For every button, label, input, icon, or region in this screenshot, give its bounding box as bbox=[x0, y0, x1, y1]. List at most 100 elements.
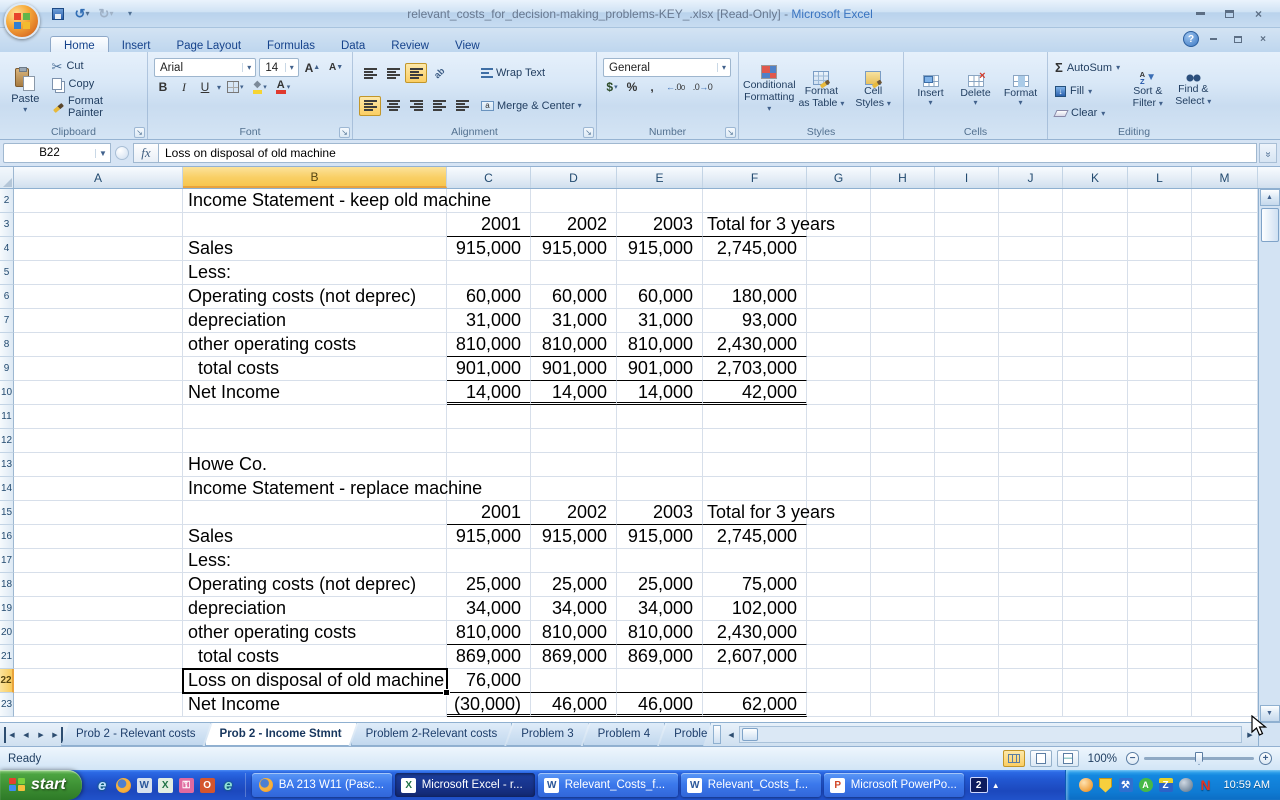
cell-E5[interactable] bbox=[617, 261, 703, 285]
cell-J15[interactable] bbox=[999, 501, 1063, 525]
cell-J5[interactable] bbox=[999, 261, 1063, 285]
cell-L9[interactable] bbox=[1128, 357, 1192, 381]
cell-M13[interactable] bbox=[1192, 453, 1258, 477]
excel-icon[interactable]: X bbox=[157, 777, 174, 794]
cell-M7[interactable] bbox=[1192, 309, 1258, 333]
row-header-7[interactable]: 7 bbox=[0, 309, 14, 333]
row-header-9[interactable]: 9 bbox=[0, 357, 14, 381]
italic-button[interactable]: I bbox=[175, 78, 193, 96]
bottom-align-button[interactable] bbox=[405, 63, 427, 83]
cell-B17[interactable]: Less: bbox=[183, 549, 447, 573]
copy-button[interactable]: Copy bbox=[49, 77, 141, 91]
help-button[interactable]: ? bbox=[1183, 31, 1199, 47]
cell-H15[interactable] bbox=[871, 501, 935, 525]
find-select-button[interactable]: Find & Select ▾ bbox=[1171, 55, 1216, 124]
column-header-H[interactable]: H bbox=[871, 167, 935, 188]
cell-D23[interactable]: 46,000 bbox=[531, 693, 617, 717]
cell-E4[interactable]: 915,000 bbox=[617, 237, 703, 261]
cell-I13[interactable] bbox=[935, 453, 999, 477]
cell-F10[interactable]: 42,000 bbox=[703, 381, 807, 405]
cell-F3[interactable]: Total for 3 years bbox=[703, 213, 807, 237]
cell-D17[interactable] bbox=[531, 549, 617, 573]
cell-K23[interactable] bbox=[1063, 693, 1128, 717]
align-center-button[interactable] bbox=[382, 96, 404, 116]
cell-L4[interactable] bbox=[1128, 237, 1192, 261]
row-header-13[interactable]: 13 bbox=[0, 453, 14, 477]
cell-E6[interactable]: 60,000 bbox=[617, 285, 703, 309]
cell-K10[interactable] bbox=[1063, 381, 1128, 405]
cell-I8[interactable] bbox=[935, 333, 999, 357]
cell-C20[interactable]: 810,000 bbox=[447, 621, 531, 645]
cell-D21[interactable]: 869,000 bbox=[531, 645, 617, 669]
cell-H2[interactable] bbox=[871, 189, 935, 213]
row-header-21[interactable]: 21 bbox=[0, 645, 14, 669]
keyboard-layout-indicator[interactable]: 2 bbox=[970, 777, 988, 793]
cell-J12[interactable] bbox=[999, 429, 1063, 453]
row-header-11[interactable]: 11 bbox=[0, 405, 14, 429]
cell-E12[interactable] bbox=[617, 429, 703, 453]
workbook-close-button[interactable]: × bbox=[1252, 32, 1274, 47]
cell-A14[interactable] bbox=[14, 477, 183, 501]
conditional-formatting-button[interactable]: Conditional Formatting ▾ bbox=[743, 55, 796, 124]
cell-E22[interactable] bbox=[617, 669, 703, 693]
row-header-8[interactable]: 8 bbox=[0, 333, 14, 357]
page-break-view-button[interactable] bbox=[1057, 750, 1079, 767]
cell-G17[interactable] bbox=[807, 549, 871, 573]
cell-D12[interactable] bbox=[531, 429, 617, 453]
cell-L21[interactable] bbox=[1128, 645, 1192, 669]
cell-F22[interactable] bbox=[703, 669, 807, 693]
cell-E19[interactable]: 34,000 bbox=[617, 597, 703, 621]
vertical-scroll-thumb[interactable] bbox=[1261, 208, 1279, 242]
cell-B20[interactable]: other operating costs bbox=[183, 621, 447, 645]
firefox-icon[interactable] bbox=[115, 777, 132, 794]
column-header-C[interactable]: C bbox=[447, 167, 531, 188]
cell-M6[interactable] bbox=[1192, 285, 1258, 309]
cell-D20[interactable]: 810,000 bbox=[531, 621, 617, 645]
align-right-button[interactable] bbox=[405, 96, 427, 116]
format-as-table-button[interactable]: Format as Table ▾ bbox=[796, 55, 848, 124]
insert-function-button[interactable]: fx bbox=[133, 143, 159, 163]
cell-J7[interactable] bbox=[999, 309, 1063, 333]
hide-icons-chevron[interactable]: ▲ bbox=[992, 781, 1000, 790]
sheet-tab-problem-4[interactable]: Problem 4 bbox=[583, 723, 665, 746]
clear-button[interactable]: Clear▾ bbox=[1052, 106, 1123, 120]
column-header-M[interactable]: M bbox=[1192, 167, 1258, 188]
format-painter-button[interactable]: Format Painter bbox=[49, 94, 141, 120]
formula-input[interactable]: Loss on disposal of old machine bbox=[159, 143, 1257, 163]
sheet-tab-proble[interactable]: Proble bbox=[659, 723, 711, 746]
cell-E20[interactable]: 810,000 bbox=[617, 621, 703, 645]
cell-J17[interactable] bbox=[999, 549, 1063, 573]
cell-F2[interactable] bbox=[703, 189, 807, 213]
cell-K15[interactable] bbox=[1063, 501, 1128, 525]
cell-I7[interactable] bbox=[935, 309, 999, 333]
cell-J18[interactable] bbox=[999, 573, 1063, 597]
cell-B12[interactable] bbox=[183, 429, 447, 453]
cell-E16[interactable]: 915,000 bbox=[617, 525, 703, 549]
close-button[interactable]: × bbox=[1245, 5, 1272, 23]
column-header-I[interactable]: I bbox=[935, 167, 999, 188]
taskbar-button-5[interactable]: PMicrosoft PowerPo... bbox=[824, 773, 964, 797]
cell-B15[interactable] bbox=[183, 501, 447, 525]
cell-C15[interactable]: 2001 bbox=[447, 501, 531, 525]
cell-E15[interactable]: 2003 bbox=[617, 501, 703, 525]
cell-D9[interactable]: 901,000 bbox=[531, 357, 617, 381]
align-left-button[interactable] bbox=[359, 96, 381, 116]
cell-J22[interactable] bbox=[999, 669, 1063, 693]
column-header-B[interactable]: B bbox=[183, 167, 447, 188]
cell-H18[interactable] bbox=[871, 573, 935, 597]
cell-L3[interactable] bbox=[1128, 213, 1192, 237]
cell-A2[interactable] bbox=[14, 189, 183, 213]
row-header-3[interactable]: 3 bbox=[0, 213, 14, 237]
qat-customize-button[interactable]: ▾ bbox=[120, 5, 140, 23]
internet-explorer-icon[interactable]: e bbox=[94, 777, 111, 794]
cell-D5[interactable] bbox=[531, 261, 617, 285]
column-header-K[interactable]: K bbox=[1063, 167, 1128, 188]
cell-C8[interactable]: 810,000 bbox=[447, 333, 531, 357]
row-header-10[interactable]: 10 bbox=[0, 381, 14, 405]
cell-C4[interactable]: 915,000 bbox=[447, 237, 531, 261]
paste-button[interactable]: Paste ▾ bbox=[4, 55, 47, 124]
workbook-minimize-button[interactable] bbox=[1202, 32, 1224, 47]
cell-G18[interactable] bbox=[807, 573, 871, 597]
power-tray-icon[interactable] bbox=[1178, 777, 1194, 793]
cell-C16[interactable]: 915,000 bbox=[447, 525, 531, 549]
